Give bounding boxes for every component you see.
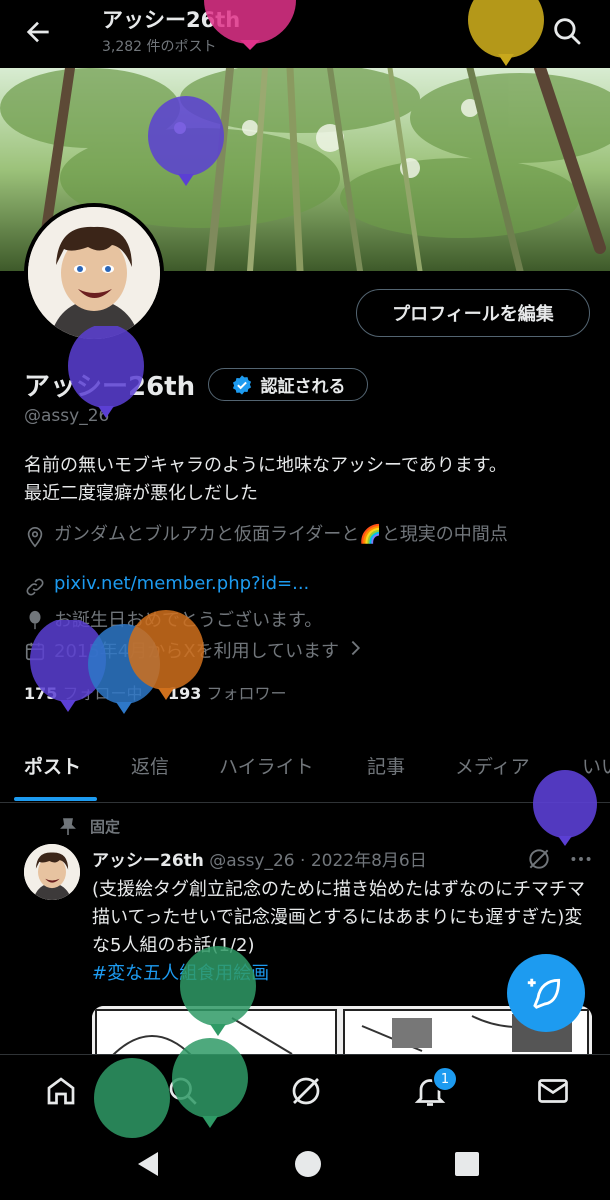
bio-line: 最近二度寝癖が悪化しだした [24,483,258,504]
tweet-date[interactable]: · 2022年8月6日 [300,851,427,871]
profile-location: ガンダムとブルアカと仮面ライダーと🌈と現実の中間点 [24,523,584,548]
tweet-author-handle: @assy_26 [209,851,295,871]
pin-icon [60,817,76,836]
followers-label: フォロワー [206,684,287,703]
active-tab-indicator [14,797,97,801]
link-icon [24,576,46,598]
tab-posts[interactable]: ポスト [24,752,81,779]
chevron-right-icon[interactable] [347,637,365,659]
balloon-icon [468,0,544,66]
profile-bio: 名前の無いモブキャラのように地味なアッシーであります。 最近二度寝癖が悪化しだし… [24,452,584,508]
grok-icon[interactable] [288,1073,324,1109]
home-circle-icon[interactable] [294,1150,322,1178]
compose-post-button[interactable] [507,954,585,1032]
back-triangle-icon[interactable] [134,1150,162,1178]
balloon-icon [204,0,296,50]
mail-icon[interactable] [535,1073,571,1109]
balloon-icon [172,1038,248,1128]
search-icon[interactable] [550,14,584,48]
get-verified-button[interactable]: 認証される [208,368,368,401]
tab-highlights[interactable]: ハイライト [219,752,314,779]
verified-badge-icon [231,374,253,396]
link-text[interactable]: pixiv.net/member.php?id=... [54,573,309,594]
tweet-author-name[interactable]: アッシー26th [92,851,204,871]
location-pin-icon [24,526,46,548]
verify-label: 認証される [260,377,346,397]
balloon-icon [180,946,256,1036]
bio-line: 名前の無いモブキャラのように地味なアッシーであります。 [24,455,507,476]
tweet-body-text: (支援絵タグ創立記念のために描き始めたはずなのにチマチマ描いてったせいで記念漫画… [92,879,586,956]
pinned-indicator: 固定 [60,816,120,837]
profile-link[interactable]: pixiv.net/member.php?id=... [24,573,584,598]
pinned-label: 固定 [90,818,121,836]
tab-media[interactable]: メディア [455,752,530,779]
compose-feather-icon [527,974,565,1012]
back-arrow-icon[interactable] [22,16,54,48]
home-icon[interactable] [43,1073,79,1109]
notification-badge: 1 [432,1066,458,1092]
balloon-icon [148,96,224,186]
profile-avatar[interactable] [24,203,164,343]
profile-tabs: ポスト 返信 ハイライト 記事 メディア いいね [0,740,610,803]
edit-profile-button[interactable]: プロフィールを編集 [356,289,590,337]
balloon-icon [128,610,204,700]
tweet-header: アッシー26th @assy_26 · 2022年8月6日 [92,846,427,871]
recents-square-icon[interactable] [455,1152,479,1176]
system-navigation-bar [0,1130,610,1200]
balloon-icon [94,1058,170,1138]
tab-replies[interactable]: 返信 [131,752,169,779]
balloon-icon [68,326,144,418]
tweet-author-avatar[interactable] [24,844,80,900]
tab-articles[interactable]: 記事 [367,752,405,779]
balloon-icon [533,770,597,846]
location-text: ガンダムとブルアカと仮面ライダーと🌈と現実の中間点 [54,524,508,545]
